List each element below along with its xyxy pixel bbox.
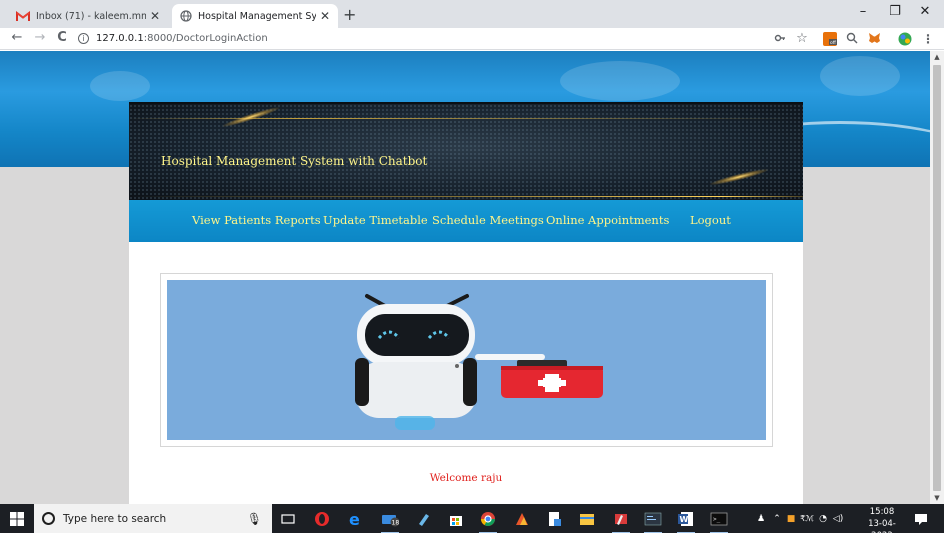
- svg-text:off: off: [830, 40, 837, 46]
- nav-view-patients-reports[interactable]: View Patients Reports: [192, 213, 321, 227]
- info-icon[interactable]: i: [78, 33, 89, 44]
- start-button[interactable]: [0, 504, 34, 533]
- main-nav: View Patients Reports Update Timetable S…: [129, 200, 803, 242]
- nav-online-appointments[interactable]: Online Appointments: [546, 213, 669, 227]
- page-container: Hospital Management System with Chatbot …: [129, 102, 803, 504]
- tab-title: Inbox (71) - kaleem.mmd@gmail.com: [36, 10, 146, 22]
- tab-gmail[interactable]: Inbox (71) - kaleem.mmd@gmail.com ✕: [8, 4, 168, 28]
- globe-icon: [180, 10, 192, 22]
- paint-icon[interactable]: [610, 508, 632, 533]
- scrollbar-thumb[interactable]: [933, 65, 941, 491]
- menu-icon[interactable]: ⋮: [921, 32, 935, 46]
- clock-time: 15:08: [869, 507, 895, 517]
- nav-schedule-meetings[interactable]: Schedule Meetings: [432, 213, 544, 227]
- page-scrollbar[interactable]: ▲ ▼: [930, 51, 944, 504]
- file-icon[interactable]: [543, 508, 565, 530]
- pen-icon[interactable]: [413, 508, 435, 530]
- star-icon[interactable]: ☆: [795, 32, 809, 46]
- back-button[interactable]: ←: [8, 30, 26, 45]
- extension-off-icon[interactable]: off: [823, 32, 837, 46]
- windows-taskbar: Type here to search 🎙 e 18 W >_ ♟ ⌃ ■ ₹ℳ…: [0, 504, 944, 533]
- taskbar-search[interactable]: Type here to search 🎙: [34, 504, 272, 533]
- key-icon[interactable]: [773, 32, 787, 46]
- address-bar[interactable]: i 127.0.0.1 :8000/DoctorLoginAction: [78, 29, 818, 48]
- keyboard-language-icon[interactable]: ₹ℳ: [798, 514, 816, 523]
- browser-toolbar: ← → C i 127.0.0.1 :8000/DoctorLoginActio…: [0, 28, 944, 50]
- search-extension-icon[interactable]: [845, 32, 859, 46]
- notifications-icon[interactable]: [910, 508, 932, 530]
- restore-button[interactable]: ❐: [880, 4, 910, 19]
- search-placeholder: Type here to search: [63, 512, 167, 525]
- close-icon[interactable]: ✕: [320, 9, 330, 23]
- metamask-icon[interactable]: [867, 32, 881, 46]
- store-icon[interactable]: [445, 508, 467, 530]
- wifi-icon[interactable]: ◔: [816, 514, 830, 524]
- forward-button[interactable]: →: [31, 30, 49, 45]
- url-host: 127.0.0.1: [96, 33, 144, 44]
- mail-icon[interactable]: 18: [379, 508, 401, 533]
- explorer-icon[interactable]: [576, 508, 598, 530]
- chevron-up-icon[interactable]: ⌃: [770, 514, 784, 524]
- system-clock[interactable]: 15:08 13-04-2022: [862, 506, 902, 533]
- opera-icon[interactable]: [311, 508, 333, 530]
- mail-badge: 18: [392, 520, 400, 527]
- nav-update-timetable[interactable]: Update Timetable: [323, 213, 428, 227]
- task-view-icon[interactable]: [277, 508, 299, 530]
- clock-date: 13-04-2022: [868, 519, 896, 533]
- chatbot-robot-image: [167, 280, 766, 440]
- system-tray: ♟ ⌃ ■ ₹ℳ ◔ ◁): [752, 504, 846, 533]
- scroll-down-icon[interactable]: ▼: [930, 494, 944, 502]
- scroll-up-icon[interactable]: ▲: [930, 53, 944, 61]
- site-title: Hospital Management System with Chatbot: [161, 154, 428, 168]
- search-icon: [42, 512, 55, 525]
- chrome-icon[interactable]: [477, 508, 499, 533]
- minimize-button[interactable]: –: [848, 4, 878, 19]
- new-tab-button[interactable]: +: [343, 5, 356, 24]
- edge-icon[interactable]: e: [345, 508, 367, 530]
- page-viewport: Hospital Management System with Chatbot …: [0, 51, 930, 504]
- welcome-message: Welcome raju: [429, 472, 503, 484]
- windows-icon: [10, 511, 24, 526]
- svg-text:W: W: [680, 515, 689, 524]
- tab-title: Hospital Management System with Chatbot: [198, 10, 316, 22]
- word-icon[interactable]: W: [675, 508, 697, 533]
- svg-text:e: e: [349, 511, 360, 527]
- tray-app-icon[interactable]: ■: [784, 514, 798, 524]
- svg-text:>_: >_: [713, 516, 721, 523]
- people-icon[interactable]: ♟: [752, 514, 770, 524]
- reload-button[interactable]: C: [53, 30, 71, 45]
- tab-strip: Inbox (71) - kaleem.mmd@gmail.com ✕ Hosp…: [0, 0, 944, 28]
- app-icon[interactable]: [511, 508, 533, 530]
- tab-hospital[interactable]: Hospital Management System with Chatbot …: [172, 4, 338, 28]
- url-path: :8000/DoctorLoginAction: [143, 33, 268, 44]
- hero-frame: [160, 273, 773, 447]
- volume-icon[interactable]: ◁): [830, 514, 846, 524]
- terminal-icon[interactable]: [642, 508, 664, 533]
- site-banner: Hospital Management System with Chatbot: [129, 102, 803, 200]
- close-icon[interactable]: ✕: [150, 9, 160, 23]
- gmail-icon: [16, 10, 30, 22]
- profile-icon[interactable]: [898, 32, 912, 46]
- cmd-icon[interactable]: >_: [708, 508, 730, 533]
- microphone-icon[interactable]: 🎙: [247, 512, 262, 526]
- window-close-button[interactable]: ✕: [910, 4, 940, 19]
- nav-logout[interactable]: Logout: [690, 213, 731, 227]
